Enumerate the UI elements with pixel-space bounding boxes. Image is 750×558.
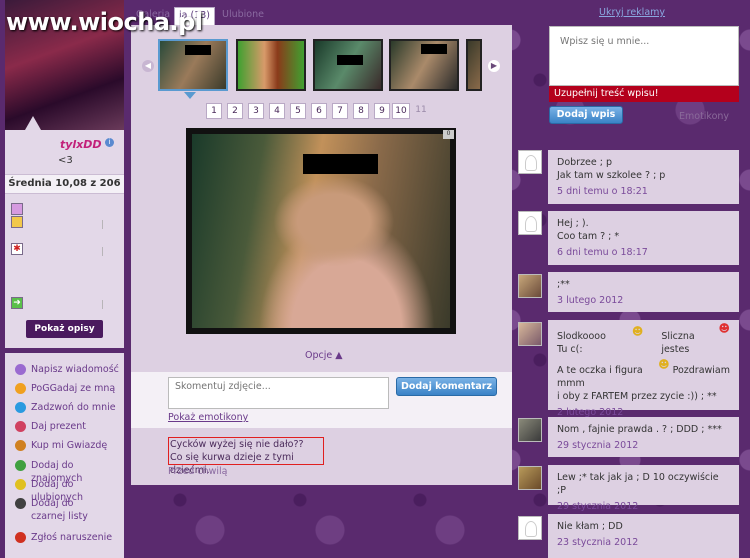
page-button[interactable]: 3 <box>248 103 264 119</box>
wall-entry: Lew ;* tak jak ja ; D 10 oczywiście ;P 2… <box>548 465 739 512</box>
wall-entry: Nom , fajnie prawda . ? ; DDD ; *** 29 s… <box>548 417 739 457</box>
comment-input[interactable] <box>168 377 389 409</box>
action-menu: Napisz wiadomość PoGGadaj ze mną Zadzwoń… <box>5 353 124 558</box>
arrow-right-icon[interactable]: ➜ <box>11 297 23 309</box>
carousel-next-icon[interactable]: ▶ <box>488 60 500 72</box>
photo-thumbnail[interactable] <box>158 39 228 91</box>
separator: | <box>101 247 105 257</box>
gender-icon <box>11 203 23 215</box>
blacklist-icon <box>15 498 26 509</box>
envelope-icon <box>15 364 26 375</box>
separator: | <box>101 300 105 310</box>
username[interactable]: tylxDD <box>60 138 102 151</box>
flag-icon <box>11 216 23 228</box>
photo-options-link[interactable]: Opcje ▲ <box>305 350 343 361</box>
selected-indicator <box>184 92 196 99</box>
carousel-prev-icon[interactable]: ◀ <box>142 60 154 72</box>
page-button[interactable]: 8 <box>353 103 369 119</box>
kiss-emoticon-icon: ☻ <box>718 322 730 335</box>
avatar[interactable] <box>518 322 542 346</box>
avatar[interactable] <box>518 274 542 298</box>
avatar[interactable] <box>518 466 542 490</box>
wall-error-message: Uzupełnij treść wpisu! <box>549 86 739 102</box>
wall-entry-input[interactable] <box>549 26 739 86</box>
skype-icon <box>15 402 26 413</box>
add-entry-button[interactable]: Dodaj wpis <box>549 106 623 124</box>
laugh-emoticon-icon: ☻ <box>631 325 644 338</box>
page-button[interactable]: 10 <box>392 103 410 119</box>
gift-icon <box>15 421 26 432</box>
add-friend-icon <box>15 460 26 471</box>
avatar[interactable] <box>518 418 542 442</box>
tab-favorites[interactable]: Ulubione <box>222 9 264 20</box>
avatar[interactable] <box>518 516 542 540</box>
wall-entry: Nie kłam ; DD 23 stycznia 2012 <box>548 514 739 558</box>
photo-comment: Cycków wyżej się nie dało?? Co się kurwa… <box>168 437 324 476</box>
menu-gift[interactable]: Daj prezent <box>15 420 125 433</box>
hide-ads-link[interactable]: Ukryj reklamy <box>599 7 665 18</box>
menu-send-message[interactable]: Napisz wiadomość <box>15 363 125 376</box>
zodiac-icon: ✱ <box>11 243 23 255</box>
show-emoticons-link[interactable]: Pokaż emotikony <box>168 412 248 423</box>
menu-call[interactable]: Zadzwoń do mnie <box>15 401 125 414</box>
show-descriptions-button[interactable]: Pokaż opisy <box>26 320 103 338</box>
page-button[interactable]: 5 <box>290 103 306 119</box>
menu-buy-star[interactable]: Kup mi Gwiazdę <box>15 439 125 452</box>
sun-icon <box>15 383 26 394</box>
page-button[interactable]: 9 <box>374 103 390 119</box>
photo-thumbnail[interactable] <box>313 39 383 91</box>
menu-chat[interactable]: PoGGadaj ze mną <box>15 382 125 395</box>
avatar[interactable] <box>518 150 542 174</box>
page-button[interactable]: 2 <box>227 103 243 119</box>
page-button[interactable]: 6 <box>311 103 327 119</box>
report-icon <box>15 532 26 543</box>
photo-thumbnail[interactable] <box>236 39 306 91</box>
avatar[interactable] <box>518 211 542 235</box>
photo-thumbnail[interactable] <box>389 39 459 91</box>
wall-entry: Slodkoooo Tu c(: ☻ Sliczna jestes ☻ A te… <box>548 320 739 418</box>
page-button[interactable]: 7 <box>332 103 348 119</box>
page-current: 11 <box>415 105 427 115</box>
profile-status: <3 <box>58 155 73 166</box>
wall-entry: ;** 3 lutego 2012 <box>548 272 739 312</box>
comment-timestamp: Przed chwilą <box>168 466 228 477</box>
page-button[interactable]: 4 <box>269 103 285 119</box>
wall-entry: Dobrzee ; p Jak tam w szkolee ? ; p 5 dn… <box>548 150 739 204</box>
separator: | <box>101 220 105 230</box>
watermark-logo: www.wiocha.pl <box>6 8 203 36</box>
wall-entry: Hej ; ). Coo tam ? ; * 6 dni temu o 18:1… <box>548 211 739 265</box>
photo-thumbnail[interactable] <box>466 39 482 91</box>
menu-report[interactable]: Zgłoś naruszenie <box>15 531 125 544</box>
star-icon <box>15 440 26 451</box>
zoom-badge[interactable]: 0 <box>443 130 454 139</box>
censor-bar <box>303 154 378 174</box>
emoticons-link[interactable]: Emotikony <box>679 111 729 122</box>
page-button[interactable]: 1 <box>206 103 222 119</box>
rating-average: Średnia 10,08 z 206 <box>5 174 124 194</box>
favorite-icon <box>15 479 26 490</box>
wave-emoticon-icon: ☻ <box>658 358 670 371</box>
info-icon[interactable]: i <box>105 138 114 147</box>
add-comment-button[interactable]: Dodaj komentarz <box>396 377 497 396</box>
menu-blacklist[interactable]: Dodaj do czarnej listy <box>15 497 105 523</box>
